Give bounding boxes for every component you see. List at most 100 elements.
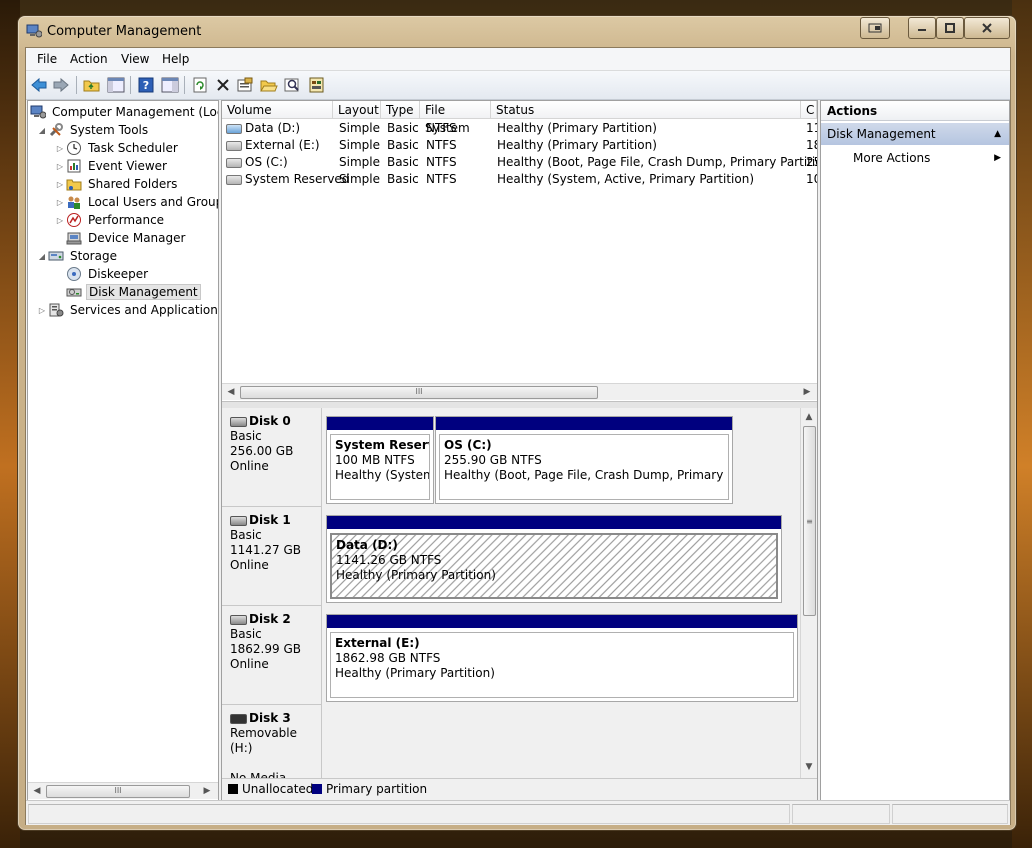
maximize-button[interactable] bbox=[936, 17, 964, 39]
volume-row[interactable]: External (E:) Simple Basic NTFS Healthy … bbox=[222, 137, 817, 154]
scroll-right-arrow-icon[interactable]: ▶ bbox=[800, 385, 814, 399]
volume-name: System Reserved bbox=[245, 172, 350, 186]
collapsed-arrow-icon[interactable]: ▷ bbox=[54, 216, 66, 225]
disk-3-label[interactable]: Disk 3 Removable (H:) No Media bbox=[222, 705, 322, 778]
properties-icon[interactable] bbox=[235, 75, 255, 95]
settings-icon[interactable] bbox=[307, 75, 327, 95]
scroll-left-arrow-icon[interactable]: ◀ bbox=[224, 385, 238, 399]
diskeeper-icon bbox=[66, 266, 82, 282]
actions-section-disk-management[interactable]: Disk Management ▲ bbox=[821, 123, 1009, 145]
show-hide-action-pane-icon[interactable] bbox=[160, 75, 180, 95]
tree-item-shared-folders[interactable]: ▷ Shared Folders bbox=[54, 175, 179, 193]
close-button[interactable] bbox=[964, 17, 1010, 39]
volume-row[interactable]: System Reserved Simple Basic NTFS Health… bbox=[222, 171, 817, 188]
column-header-volume[interactable]: Volume bbox=[222, 101, 333, 119]
partition-data-d[interactable]: Data (D:) 1141.26 GB NTFS Healthy (Prima… bbox=[326, 515, 782, 603]
tree-item-storage[interactable]: ◢ Storage bbox=[36, 247, 119, 265]
minimize-button[interactable] bbox=[908, 17, 936, 39]
search-icon[interactable] bbox=[283, 75, 303, 95]
collapsed-arrow-icon[interactable]: ▷ bbox=[36, 306, 48, 315]
scroll-thumb[interactable]: III bbox=[240, 386, 598, 399]
volume-row[interactable]: OS (C:) Simple Basic NTFS Healthy (Boot,… bbox=[222, 154, 817, 171]
tree-item-device-manager[interactable]: Device Manager bbox=[66, 229, 187, 247]
disk-2-label[interactable]: Disk 2 Basic 1862.99 GB Online bbox=[222, 606, 322, 705]
desktop-background-left bbox=[0, 0, 20, 848]
disk-name: Disk 2 bbox=[249, 612, 291, 626]
tree-item-diskeeper[interactable]: Diskeeper bbox=[66, 265, 150, 283]
forward-icon[interactable] bbox=[51, 75, 71, 95]
collapsed-arrow-icon[interactable]: ▷ bbox=[54, 198, 66, 207]
disk-type: Basic bbox=[230, 627, 262, 641]
expanded-arrow-icon[interactable]: ◢ bbox=[36, 126, 48, 135]
partition-os-c[interactable]: OS (C:) 255.90 GB NTFS Healthy (Boot, Pa… bbox=[435, 416, 733, 504]
disk-1-label[interactable]: Disk 1 Basic 1141.27 GB Online bbox=[222, 507, 322, 606]
refresh-icon[interactable] bbox=[190, 75, 210, 95]
menu-file[interactable]: File bbox=[37, 52, 57, 66]
menu-view[interactable]: View bbox=[121, 52, 149, 66]
computer-management-icon bbox=[30, 104, 46, 120]
partition-size: 100 MB NTFS bbox=[335, 453, 415, 467]
help-icon[interactable]: ? bbox=[136, 75, 156, 95]
tree-label: Diskeeper bbox=[88, 267, 149, 281]
scroll-up-arrow-icon[interactable]: ▲ bbox=[802, 410, 816, 424]
menu-help[interactable]: Help bbox=[162, 52, 189, 66]
legend-primary: Primary partition bbox=[326, 782, 428, 796]
column-header-file-system[interactable]: File System bbox=[420, 101, 491, 135]
tree-item-performance[interactable]: ▷ Performance bbox=[54, 211, 166, 229]
collapse-up-icon[interactable]: ▲ bbox=[994, 123, 1001, 145]
column-header-type[interactable]: Type bbox=[381, 101, 420, 119]
title-bar[interactable]: Computer Management bbox=[18, 16, 1016, 48]
tree-item-task-scheduler[interactable]: ▷ Task Scheduler bbox=[54, 139, 180, 157]
partition-system-reserved[interactable]: System Reserved 100 MB NTFS Healthy (Sys… bbox=[326, 416, 434, 504]
scroll-down-arrow-icon[interactable]: ▼ bbox=[802, 760, 816, 774]
tree-label: Disk Management bbox=[86, 284, 201, 300]
partition-size: 1141.26 GB NTFS bbox=[336, 553, 442, 567]
column-header-status[interactable]: Status bbox=[491, 101, 801, 119]
collapsed-arrow-icon[interactable]: ▷ bbox=[54, 144, 66, 153]
up-folder-icon[interactable] bbox=[82, 75, 102, 95]
delete-icon[interactable] bbox=[213, 75, 233, 95]
show-hide-tree-icon[interactable] bbox=[106, 75, 126, 95]
disk-name: Disk 0 bbox=[249, 414, 291, 428]
disk-size: 256.00 GB bbox=[230, 444, 294, 458]
tree-item-computer-management[interactable]: Computer Management (Local bbox=[30, 103, 218, 121]
disk-state: Online bbox=[230, 459, 269, 473]
volume-row[interactable]: Data (D:) Simple Basic NTFS Healthy (Pri… bbox=[222, 120, 817, 137]
snap-icon[interactable] bbox=[860, 17, 890, 39]
column-header-capacity[interactable]: C bbox=[801, 101, 817, 119]
tree-horizontal-scrollbar[interactable]: ◀ III ▶ bbox=[28, 782, 218, 799]
partition-name: OS (C:) bbox=[444, 438, 492, 452]
tree-item-disk-management[interactable]: Disk Management bbox=[66, 283, 201, 301]
scroll-thumb[interactable]: ≡ bbox=[803, 426, 816, 616]
more-actions-item[interactable]: More Actions ▶ bbox=[821, 147, 1009, 169]
tree-item-event-viewer[interactable]: ▷ Event Viewer bbox=[54, 157, 169, 175]
users-icon bbox=[66, 194, 82, 210]
partition-external-e[interactable]: External (E:) 1862.98 GB NTFS Healthy (P… bbox=[326, 614, 798, 702]
tree-item-services-applications[interactable]: ▷ Services and Applications bbox=[36, 301, 218, 319]
open-icon[interactable] bbox=[259, 75, 279, 95]
menu-action[interactable]: Action bbox=[70, 52, 108, 66]
collapsed-arrow-icon[interactable]: ▷ bbox=[54, 180, 66, 189]
disk-type: Basic bbox=[230, 528, 262, 542]
scroll-right-arrow-icon[interactable]: ▶ bbox=[200, 784, 214, 798]
expanded-arrow-icon[interactable]: ◢ bbox=[36, 252, 48, 261]
tree-item-local-users-groups[interactable]: ▷ Local Users and Groups bbox=[54, 193, 218, 211]
scroll-thumb[interactable]: III bbox=[46, 785, 190, 798]
clock-icon bbox=[66, 140, 82, 156]
column-header-layout[interactable]: Layout bbox=[333, 101, 381, 119]
disk-view-vertical-scrollbar[interactable]: ▲ ≡ ▼ bbox=[800, 408, 817, 778]
partition-name: System Reserved bbox=[335, 438, 429, 452]
partition-name: External (E:) bbox=[335, 636, 420, 650]
tree-item-system-tools[interactable]: ◢ System Tools bbox=[36, 121, 150, 139]
volume-list-horizontal-scrollbar[interactable]: ◀ III ▶ bbox=[222, 383, 817, 400]
back-icon[interactable] bbox=[29, 75, 49, 95]
legend-unallocated: Unallocated bbox=[242, 782, 314, 796]
disk-0-label[interactable]: Disk 0 Basic 256.00 GB Online bbox=[222, 408, 322, 507]
collapsed-arrow-icon[interactable]: ▷ bbox=[54, 162, 66, 171]
volume-status: Healthy (System, Active, Primary Partiti… bbox=[497, 172, 755, 186]
volume-layout: Simple bbox=[339, 121, 380, 135]
volume-type: Basic bbox=[387, 138, 419, 152]
drive-icon bbox=[226, 140, 242, 151]
volume-type: Basic bbox=[387, 121, 419, 135]
scroll-left-arrow-icon[interactable]: ◀ bbox=[30, 784, 44, 798]
